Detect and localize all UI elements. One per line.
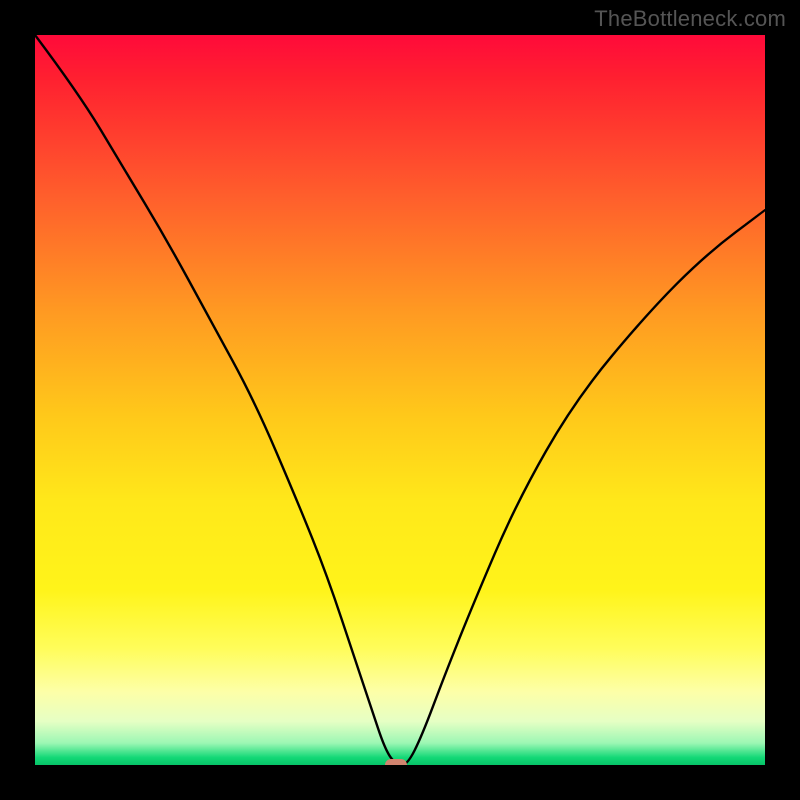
watermark-text: TheBottleneck.com: [594, 6, 786, 32]
bottleneck-curve: [35, 35, 765, 765]
chart-plot-area: [35, 35, 765, 765]
optimal-point-marker: [385, 759, 407, 765]
